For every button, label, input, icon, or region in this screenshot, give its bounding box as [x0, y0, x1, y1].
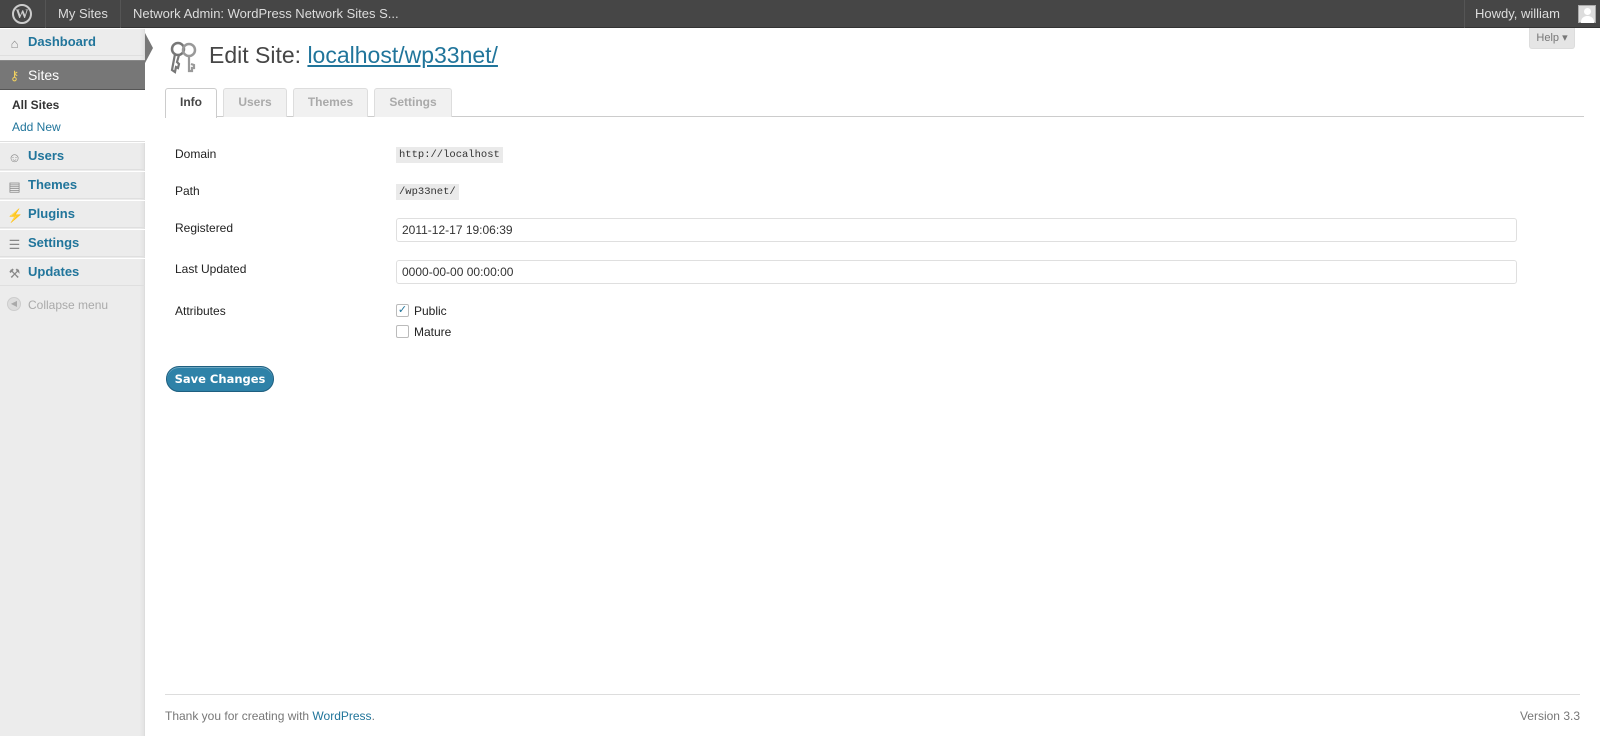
howdy-text: Howdy, william — [1475, 6, 1560, 21]
sidebar-item-label: Plugins — [28, 206, 75, 221]
users-icon: ☺ — [7, 150, 22, 165]
settings-icon: ☰ — [8, 237, 21, 252]
save-changes-button[interactable]: Save Changes — [166, 366, 274, 392]
sidebar-item-label: Users — [28, 148, 65, 163]
submenu-all-sites[interactable]: All Sites — [12, 98, 59, 112]
sidebar-item-updates[interactable]: ⚒ Updates — [0, 258, 145, 286]
plugin-icon: ⚡ — [7, 208, 24, 223]
footer-thanks: Thank you for creating with WordPress. — [165, 709, 375, 723]
sidebar-item-label: Sites — [28, 67, 60, 83]
page-title-prefix: Edit Site: — [209, 42, 302, 68]
footer-version: Version 3.3 — [1519, 709, 1580, 723]
sidebar-item-dashboard[interactable]: ⌂ Dashboard — [0, 28, 145, 56]
page-title: Edit Site: localhost/wp33net/ — [209, 40, 498, 70]
attributes-label: Attributes — [175, 304, 226, 318]
sites-submenu: All Sites Add New — [0, 90, 145, 142]
wordpress-link[interactable]: WordPress — [312, 709, 371, 723]
sidebar-item-label: Updates — [28, 264, 80, 279]
footer-thanks-suffix: . — [371, 709, 375, 723]
mature-checkbox[interactable] — [396, 325, 409, 338]
my-sites-menu[interactable]: My Sites — [46, 0, 121, 28]
registered-field[interactable]: 2011-12-17 19:06:39 — [396, 218, 1517, 242]
network-admin-title[interactable]: Network Admin: WordPress Network Sites S… — [121, 0, 411, 28]
collapse-menu-label: Collapse menu — [28, 298, 109, 312]
sidebar-item-plugins[interactable]: ⚡ Plugins — [0, 200, 145, 228]
admin-sidebar: ⌂ Dashboard ⚷ Sites All Sites Add New ☺ … — [0, 28, 145, 736]
footer-thanks-prefix: Thank you for creating with — [165, 709, 310, 723]
public-checkbox-label: Public — [414, 304, 447, 318]
help-button[interactable]: Help ▾ — [1529, 28, 1575, 49]
wordpress-logo-icon[interactable]: W — [0, 0, 46, 28]
avatar — [1578, 5, 1596, 23]
wordpress-logo-mark: W — [12, 4, 32, 24]
path-value: /wp33net/ — [396, 184, 459, 200]
tab-info[interactable]: Info — [165, 88, 217, 118]
last-updated-label: Last Updated — [175, 262, 247, 276]
themes-icon: ▤ — [8, 179, 21, 194]
account-menu[interactable]: Howdy, william — [1464, 0, 1600, 28]
sidebar-item-label: Settings — [28, 235, 80, 250]
footer-divider — [165, 694, 1580, 695]
registered-label: Registered — [175, 221, 234, 235]
admin-bar: W My Sites Network Admin: WordPress Netw… — [0, 0, 1600, 28]
tab-themes[interactable]: Themes — [293, 88, 368, 117]
sidebar-item-sites[interactable]: ⚷ Sites — [0, 60, 145, 90]
tools-icon: ⚒ — [8, 266, 21, 281]
sidebar-item-settings[interactable]: ☰ Settings — [0, 229, 145, 257]
submenu-add-new[interactable]: Add New — [12, 120, 61, 134]
domain-value: http://localhost — [396, 147, 503, 163]
tab-settings[interactable]: Settings — [374, 88, 452, 117]
home-icon: ⌂ — [10, 36, 19, 51]
last-updated-field[interactable]: 0000-00-00 00:00:00 — [396, 260, 1517, 284]
mature-checkbox-label: Mature — [414, 325, 452, 339]
keys-icon: ⚷ — [9, 68, 20, 83]
sidebar-item-themes[interactable]: ▤ Themes — [0, 171, 145, 199]
sites-keys-icon — [170, 41, 197, 74]
collapse-arrow-icon: ◀ — [7, 297, 21, 311]
sidebar-item-label: Dashboard — [28, 34, 96, 49]
site-url-link[interactable]: localhost/wp33net/ — [307, 42, 498, 68]
sidebar-item-label: Themes — [28, 177, 78, 192]
sidebar-item-users[interactable]: ☺ Users — [0, 142, 145, 170]
collapse-menu-button[interactable]: ◀ Collapse menu — [0, 295, 145, 315]
path-label: Path — [175, 184, 200, 198]
domain-label: Domain — [175, 147, 217, 161]
public-checkbox[interactable]: ✓ — [396, 304, 409, 317]
active-menu-arrow — [145, 33, 153, 63]
tab-users[interactable]: Users — [223, 88, 287, 117]
